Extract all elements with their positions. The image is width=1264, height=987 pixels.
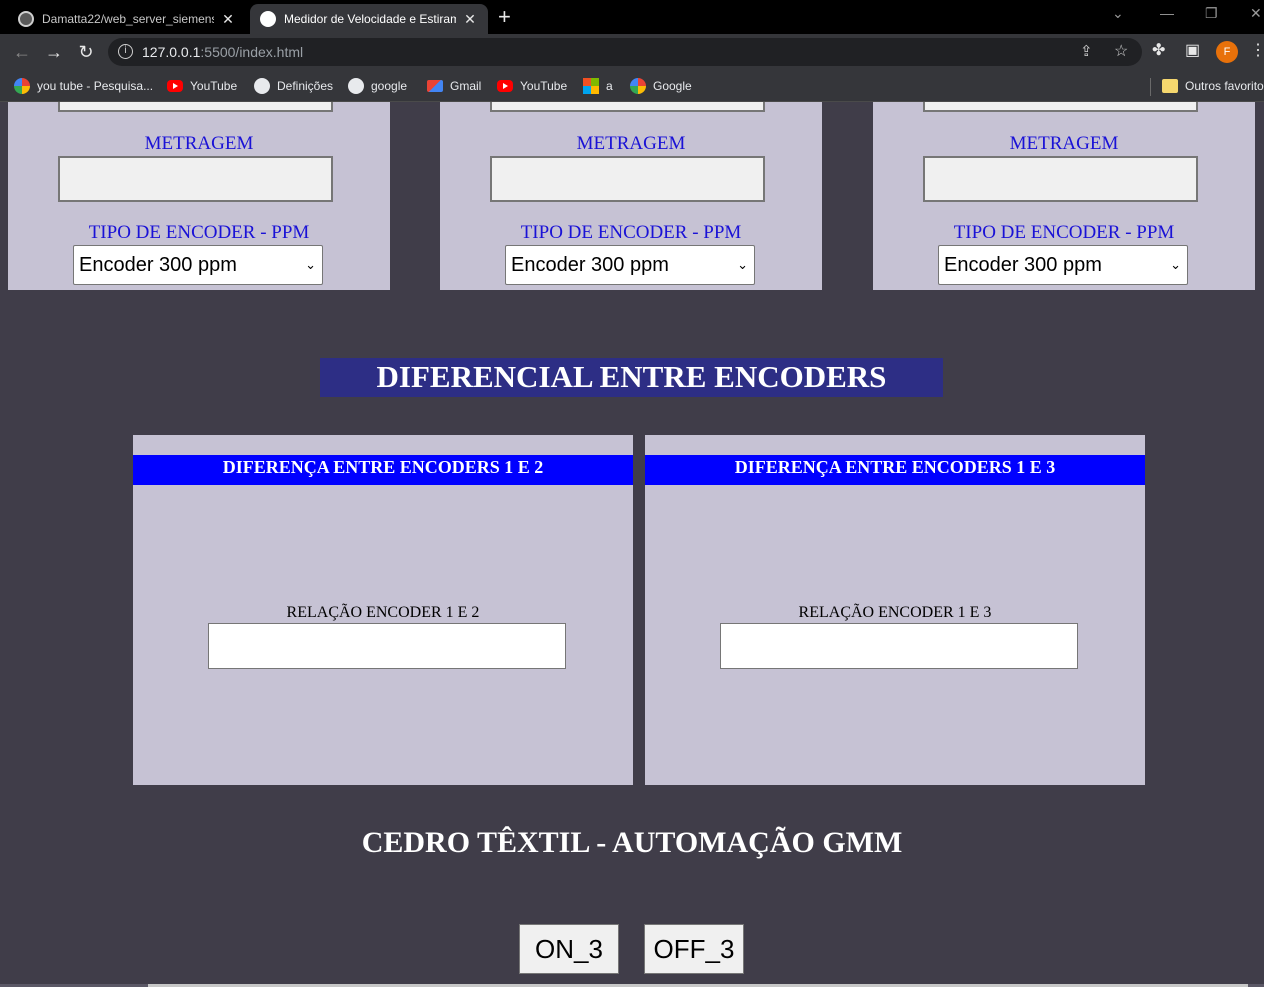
google-icon	[630, 78, 646, 94]
gmail-icon	[427, 80, 443, 92]
bookmark-item[interactable]: YouTube	[497, 77, 567, 95]
bookmark-item[interactable]: Definições	[254, 77, 333, 95]
menu-icon[interactable]: ⋮	[1250, 40, 1264, 60]
bookmark-item[interactable]: YouTube	[167, 77, 237, 95]
diferenca-heading: DIFERENÇA ENTRE ENCODERS 1 E 3	[645, 455, 1145, 485]
new-tab-button[interactable]: +	[498, 5, 511, 29]
close-icon[interactable]: ✕	[462, 11, 478, 28]
info-icon[interactable]: i	[118, 44, 133, 59]
metragem-label: METRAGEM	[144, 133, 254, 154]
tipo-encoder-label: TIPO DE ENCODER - PPM	[88, 222, 310, 243]
other-bookmarks[interactable]: Outros favoritos	[1162, 77, 1264, 95]
divider	[1150, 78, 1151, 96]
tipo-encoder-label: TIPO DE ENCODER - PPM	[520, 222, 742, 243]
diferenca-panel-1-2: DIFERENÇA ENTRE ENCODERS 1 E 2 RELAÇÃO E…	[133, 435, 633, 785]
bookmark-item[interactable]: google	[348, 77, 407, 95]
top-input[interactable]	[490, 102, 765, 112]
top-input[interactable]	[58, 102, 333, 112]
page-content: METRAGEM TIPO DE ENCODER - PPM Encoder 3…	[0, 102, 1264, 987]
bookmark-item[interactable]: you tube - Pesquisa...	[14, 77, 153, 95]
relacao-label: RELAÇÃO ENCODER 1 E 2	[286, 604, 480, 621]
youtube-icon	[497, 80, 513, 92]
address-bar[interactable]: i 127.0.0.1:5500/index.html ⇪ ☆	[108, 38, 1142, 66]
tab-github[interactable]: Damatta22/web_server_siemens: ✕	[8, 4, 246, 34]
bookmark-item[interactable]: Google	[630, 77, 692, 95]
share-icon[interactable]: ⇪	[1080, 42, 1093, 60]
profile-avatar[interactable]: F	[1216, 41, 1238, 63]
tab-title: Damatta22/web_server_siemens:	[42, 12, 214, 26]
browser-tab-strip: Damatta22/web_server_siemens: ✕ Medidor …	[0, 0, 1264, 34]
globe-icon	[348, 78, 364, 94]
metragem-label: METRAGEM	[1009, 133, 1119, 154]
gear-icon	[254, 78, 270, 94]
top-input[interactable]	[923, 102, 1198, 112]
bookmark-star-icon[interactable]: ☆	[1114, 41, 1128, 61]
tab-medidor[interactable]: Medidor de Velocidade e Estiram ✕	[250, 4, 488, 34]
encoder-panel-3: METRAGEM TIPO DE ENCODER - PPM Encoder 3…	[873, 102, 1255, 290]
encoder-panel-2: METRAGEM TIPO DE ENCODER - PPM Encoder 3…	[440, 102, 822, 290]
off-button[interactable]: OFF_3	[644, 924, 744, 974]
close-icon[interactable]: ✕	[220, 11, 236, 28]
side-panel-icon[interactable]: ▣	[1185, 40, 1200, 60]
encoder-panel-1: METRAGEM TIPO DE ENCODER - PPM Encoder 3…	[8, 102, 390, 290]
relacao-label: RELAÇÃO ENCODER 1 E 3	[798, 604, 992, 621]
globe-icon	[260, 11, 276, 27]
tab-search-icon[interactable]: ⌄	[1112, 5, 1124, 22]
reload-icon[interactable]: ↻	[74, 40, 98, 64]
folder-icon	[1162, 79, 1178, 93]
bookmarks-bar: you tube - Pesquisa... YouTube Definiçõe…	[0, 70, 1264, 102]
extensions-icon[interactable]: ✤	[1152, 40, 1165, 60]
metragem-input[interactable]	[923, 156, 1198, 202]
url-text: 127.0.0.1:5500/index.html	[142, 44, 304, 60]
close-window-button[interactable]: ✕	[1250, 5, 1262, 22]
forward-icon[interactable]: →	[42, 40, 66, 64]
browser-toolbar: ← → ↻ i 127.0.0.1:5500/index.html ⇪ ☆ ✤ …	[0, 34, 1264, 70]
relacao-input[interactable]	[208, 623, 566, 669]
chevron-down-icon: ⌄	[1170, 257, 1181, 272]
company-title: CEDRO TÊXTIL - AUTOMAÇÃO GMM	[361, 826, 903, 859]
tipo-encoder-select[interactable]: Encoder 300 ppm ⌄	[938, 245, 1188, 285]
diferencial-title: DIFERENCIAL ENTRE ENCODERS	[320, 358, 943, 397]
minimize-button[interactable]: —	[1160, 5, 1174, 21]
diferenca-panel-1-3: DIFERENÇA ENTRE ENCODERS 1 E 3 RELAÇÃO E…	[645, 435, 1145, 785]
chevron-down-icon: ⌄	[305, 257, 316, 272]
google-icon	[14, 78, 30, 94]
metragem-input[interactable]	[490, 156, 765, 202]
youtube-icon	[167, 80, 183, 92]
chevron-down-icon: ⌄	[737, 257, 748, 272]
relacao-input[interactable]	[720, 623, 1078, 669]
microsoft-icon	[583, 78, 599, 94]
tab-title: Medidor de Velocidade e Estiram	[284, 12, 456, 26]
tipo-encoder-select[interactable]: Encoder 300 ppm ⌄	[73, 245, 323, 285]
metragem-label: METRAGEM	[576, 133, 686, 154]
bookmark-item[interactable]: a	[583, 77, 613, 95]
on-button[interactable]: ON_3	[519, 924, 619, 974]
bookmark-item[interactable]: Gmail	[427, 77, 481, 95]
github-icon	[18, 11, 34, 27]
metragem-input[interactable]	[58, 156, 333, 202]
tipo-encoder-label: TIPO DE ENCODER - PPM	[953, 222, 1175, 243]
back-icon[interactable]: ←	[10, 40, 34, 64]
tipo-encoder-select[interactable]: Encoder 300 ppm ⌄	[505, 245, 755, 285]
restore-button[interactable]: ❐	[1205, 5, 1218, 22]
diferenca-heading: DIFERENÇA ENTRE ENCODERS 1 E 2	[133, 455, 633, 485]
